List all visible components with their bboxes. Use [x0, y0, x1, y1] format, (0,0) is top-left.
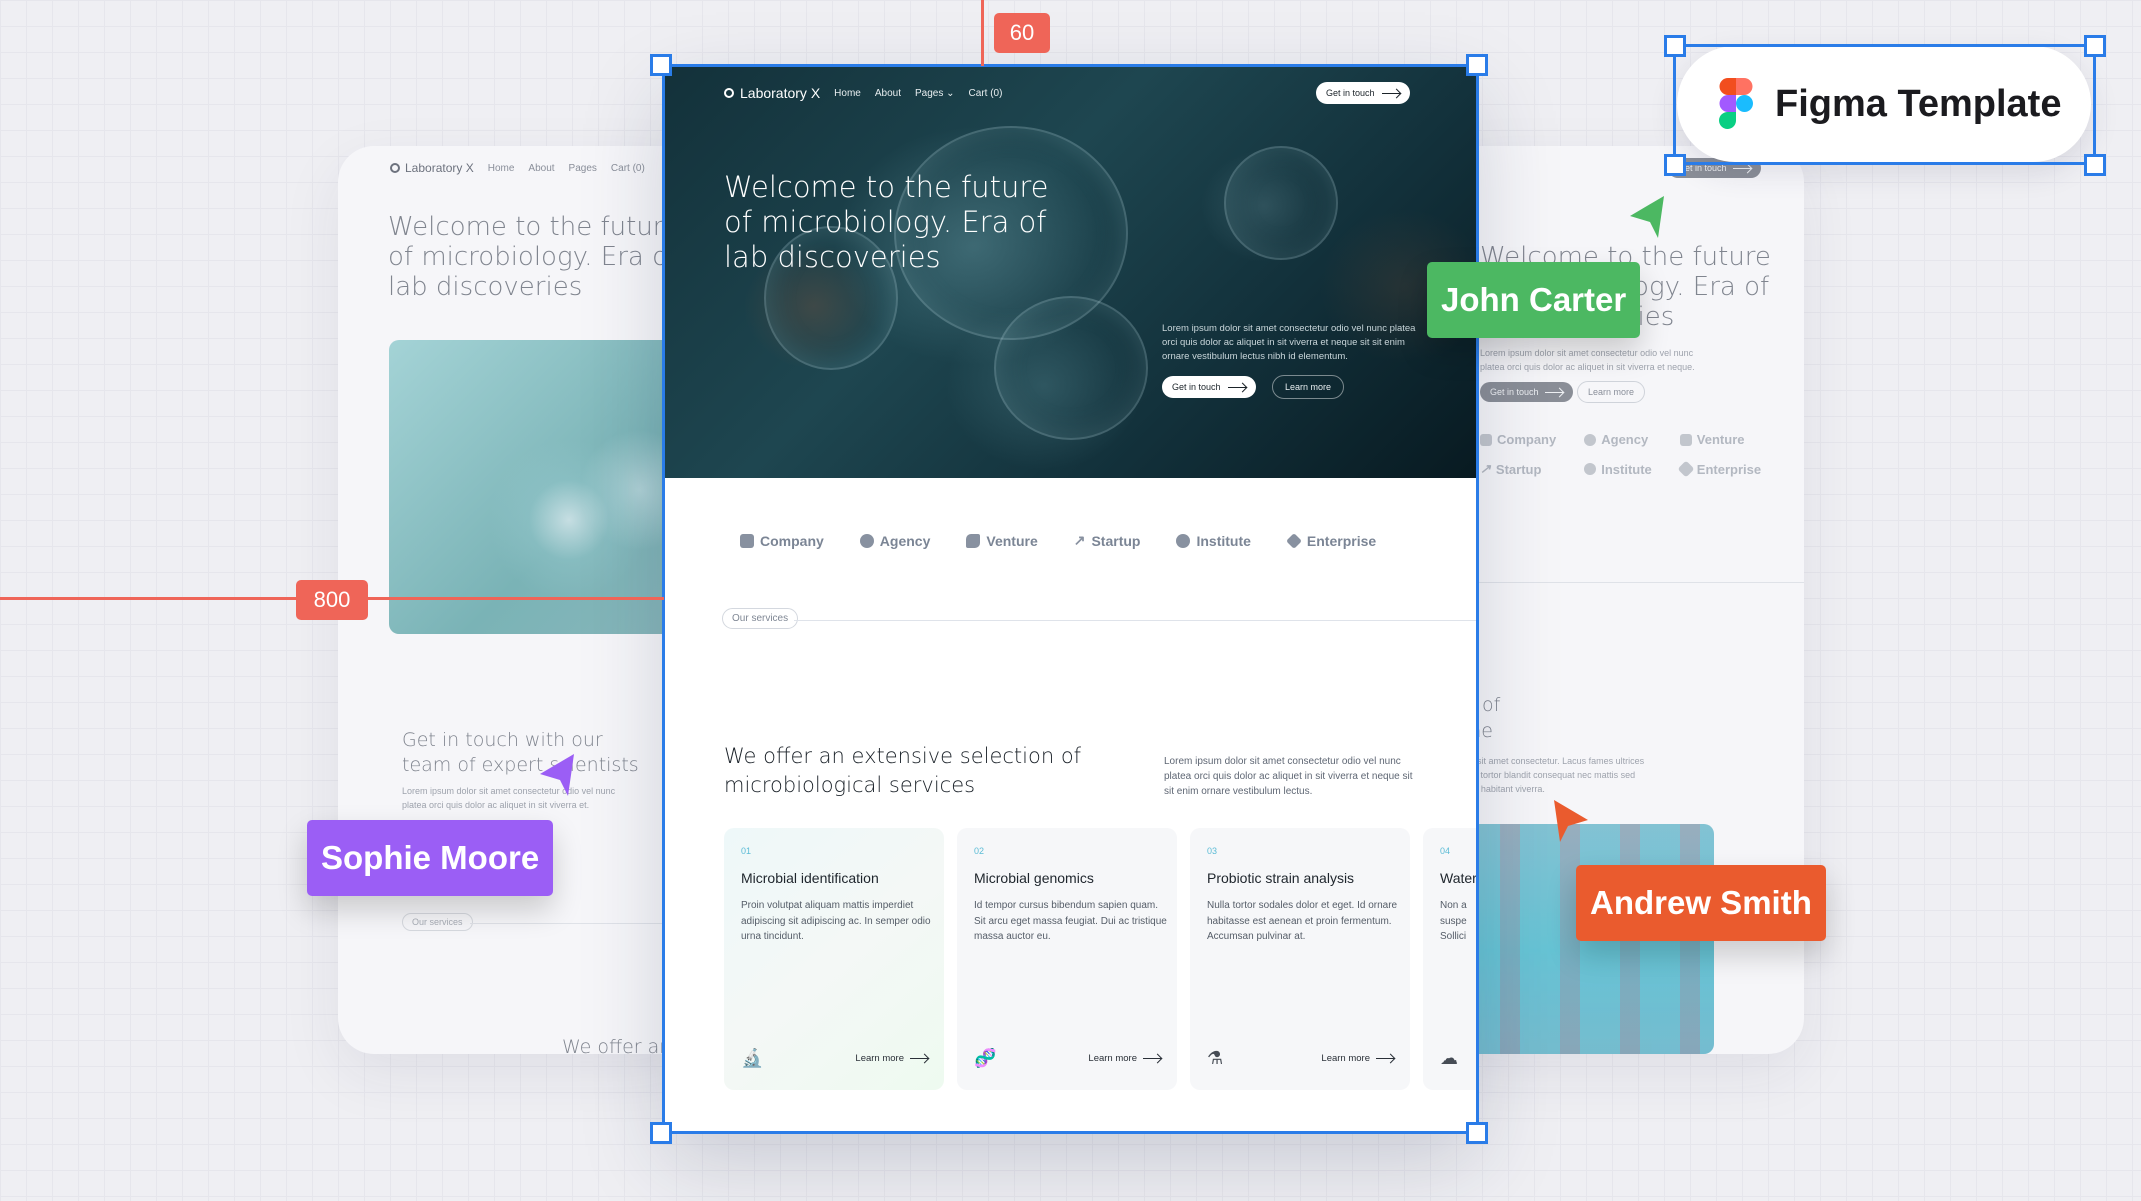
vertical-guide-line: [981, 0, 984, 66]
logo-label: Enterprise: [1696, 461, 1762, 477]
logo-label: Agency: [1601, 432, 1649, 447]
logo-label: Venture: [1696, 432, 1745, 447]
arrow-right-icon: [1544, 391, 1563, 393]
company-logo-icon: [1480, 433, 1492, 446]
cursor-john-carter-icon: [1630, 196, 1664, 238]
ghost-left-contact-title: Get in touch with our team of expert sci…: [402, 729, 639, 776]
ghost-logo-venture: Venture: [1679, 432, 1761, 447]
badge-selection-box[interactable]: [1673, 44, 2096, 165]
collaborator-tag-john-carter: John Carter: [1427, 262, 1641, 338]
ghost-left-brand: Laboratory X: [390, 161, 474, 175]
ghost-logo-enterprise: Enterprise: [1677, 460, 1762, 478]
ghost-right-desc: Lorem ipsum dolor sit amet consectetur o…: [1480, 348, 1695, 372]
ghost-left-services-pill: Our services: [402, 913, 473, 931]
logo-label: Startup: [1495, 461, 1542, 477]
ghost-nav-pages: Pages: [568, 162, 597, 174]
ghost-right-secondary: Learn more: [1577, 381, 1646, 403]
logo-label: Company: [1497, 432, 1557, 447]
collaborator-tag-andrew-smith: Andrew Smith: [1576, 865, 1826, 941]
badge-handle-top-left[interactable]: [1664, 35, 1686, 57]
ghost-left-nav: Laboratory X Home About Pages Cart (0): [390, 161, 645, 175]
resize-handle-bottom-left[interactable]: [650, 1122, 672, 1144]
resize-handle-top-left[interactable]: [650, 54, 672, 76]
collaborator-tag-sophie-moore: Sophie Moore: [307, 820, 554, 896]
width-label: 800: [296, 580, 368, 620]
logo-label: Institute: [1601, 461, 1652, 477]
ghost-nav-about: About: [528, 162, 555, 174]
cursor-sophie-moore-icon: [540, 754, 574, 796]
ghost-left-contact-desc: Lorem ipsum dolor sit amet consectetur o…: [402, 786, 616, 810]
ghost-logo-institute: Institute: [1584, 461, 1652, 477]
ghost-page-left: Laboratory X Home About Pages Cart (0) W…: [338, 146, 698, 1054]
ghost-right-logos: Company Agency Venture ↗ Startup Institut…: [1480, 432, 1762, 478]
ghost-logo-company: Company: [1480, 432, 1556, 447]
enterprise-logo-icon: [1677, 460, 1695, 478]
badge-handle-bottom-left[interactable]: [1664, 154, 1686, 176]
ghost-nav-cart: Cart (0): [610, 162, 645, 174]
primary-label: Get in touch: [1490, 387, 1539, 397]
ghost-logo-startup: ↗ Startup: [1480, 461, 1556, 477]
selection-box[interactable]: [662, 64, 1479, 1134]
resize-handle-top-right[interactable]: [1466, 54, 1488, 76]
agency-logo-icon: [1584, 433, 1597, 446]
ghost-left-hero-image: [389, 340, 698, 634]
ghost-left-services-title: We offer an: [562, 1036, 672, 1054]
badge-handle-bottom-right[interactable]: [2084, 154, 2106, 176]
top-spacing-label: 60: [994, 13, 1050, 53]
trend-up-icon: ↗: [1480, 461, 1491, 476]
brand-name: Laboratory X: [405, 161, 474, 175]
cursor-andrew-smith-icon: [1554, 800, 1588, 842]
ghost-left-title: Welcome to the future of microbiology. E…: [388, 212, 679, 302]
ghost-right-primary: Get in touch: [1480, 382, 1573, 402]
ghost-logo-agency: Agency: [1584, 432, 1652, 447]
badge-handle-top-right[interactable]: [2084, 35, 2106, 57]
ghost-nav-home: Home: [487, 162, 515, 174]
ghost-right-divider: [1440, 582, 1804, 583]
resize-handle-bottom-right[interactable]: [1466, 1122, 1488, 1144]
arrow-right-icon: [1732, 167, 1751, 169]
logo-icon: [390, 163, 400, 173]
institute-logo-icon: [1584, 463, 1597, 475]
venture-logo-icon: [1679, 433, 1692, 446]
